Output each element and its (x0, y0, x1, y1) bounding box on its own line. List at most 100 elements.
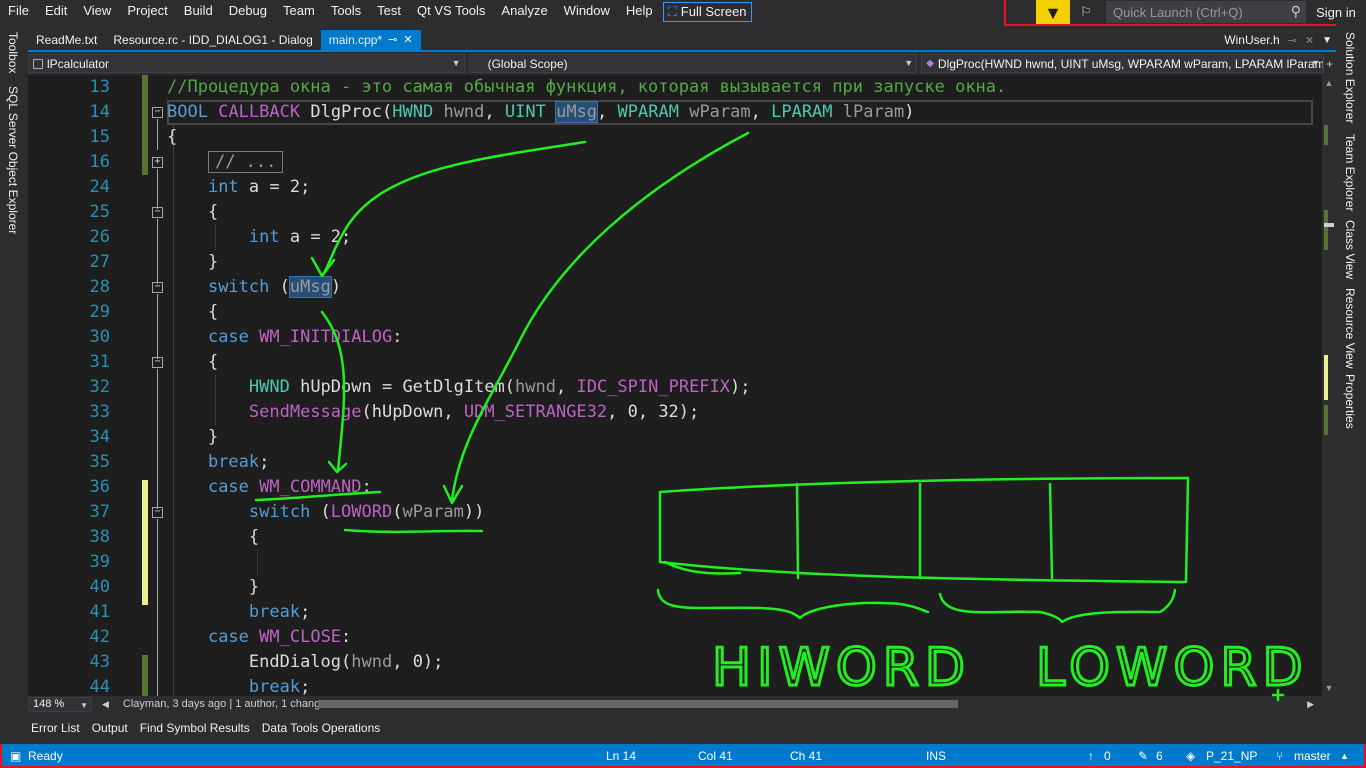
code-line-33: SendMessage(hUpDown, UDM_SETRANGE32, 0, … (248, 402, 700, 422)
repository-name[interactable]: P_21_NP (1206, 744, 1257, 768)
sign-in-link[interactable]: Sign in (1306, 5, 1366, 20)
scroll-left-icon[interactable]: ◀ (102, 699, 109, 710)
notifications-icon[interactable]: ⚐ (1074, 0, 1098, 24)
tab-error-list[interactable]: Error List (28, 721, 86, 735)
collapse-icon[interactable]: − (152, 357, 163, 368)
menu-project[interactable]: Project (119, 0, 175, 24)
collapse-icon[interactable]: − (152, 207, 163, 218)
solution-explorer-tab[interactable]: Solution Explorer (1343, 32, 1357, 123)
branch-icon[interactable]: ⑂ (1276, 744, 1283, 768)
menu-qt-vs-tools[interactable]: Qt VS Tools (409, 0, 493, 24)
member-dropdown[interactable]: ◆ DlgProc(HWND hwnd, UINT uMsg, WPARAM w… (921, 54, 1325, 73)
code-line-24: int a = 2; (207, 177, 311, 197)
vertical-scrollbar[interactable]: ▲ ▼ (1322, 75, 1336, 696)
unpushed-count[interactable]: 0 (1104, 744, 1111, 768)
feedback-filter-icon[interactable]: ▼ (1036, 0, 1070, 26)
code-line-13: //Процедура окна - это самая обычная фун… (167, 75, 1006, 100)
team-explorer-tab[interactable]: Team Explorer (1343, 134, 1357, 211)
pin-icon[interactable]: ⊸ (388, 30, 397, 50)
code-line-36: case WM_COMMAND: (207, 477, 372, 497)
comment-text: //Процедура окна - это самая обычная фун… (167, 77, 1007, 97)
tab-main-cpp[interactable]: main.cpp* ⊸ ✕ (320, 30, 421, 50)
code-line-40: } (167, 577, 260, 597)
line-number-gutter: 13 14 15 16 24 25 26 27 28 29 30 31 32 3… (28, 75, 118, 696)
zoom-dropdown[interactable]: 148 % ▼ (28, 696, 92, 712)
close-icon[interactable]: ✕ (1305, 34, 1314, 47)
line-number: 33 (89, 402, 110, 422)
tab-overflow-chevron-icon[interactable]: ▼ (1322, 35, 1332, 46)
line-number: 36 (89, 477, 110, 497)
menu-edit[interactable]: Edit (37, 0, 75, 24)
horizontal-scroll-thumb[interactable] (318, 700, 958, 708)
chevron-down-icon: ▼ (1311, 58, 1321, 68)
branch-name[interactable]: master (1294, 744, 1331, 768)
arrow-up-icon[interactable]: ↑ (1088, 744, 1094, 768)
split-add-icon[interactable]: + (1326, 57, 1336, 71)
tool-window-tabs: Error List Output Find Symbol Results Da… (28, 712, 1336, 744)
tab-find-symbol-results[interactable]: Find Symbol Results (134, 721, 256, 735)
collapsed-region[interactable]: // ... (207, 151, 284, 173)
line-number: 40 (89, 577, 110, 597)
class-view-tab[interactable]: Class View (1343, 220, 1357, 279)
expand-icon[interactable]: + (152, 157, 163, 168)
toolbox-tab[interactable]: Toolbox (6, 32, 20, 73)
menu-team[interactable]: Team (275, 0, 323, 24)
menu-build[interactable]: Build (176, 0, 221, 24)
resource-view-tab[interactable]: Resource View (1343, 288, 1357, 368)
menu-analyze[interactable]: Analyze (493, 0, 555, 24)
sql-server-object-explorer-tab[interactable]: SQL Server Object Explorer (6, 86, 20, 234)
close-icon[interactable]: ✕ (403, 30, 412, 50)
full-screen-button[interactable]: ⛶ Full Screen (662, 2, 752, 22)
code-line-25: { (167, 202, 219, 222)
menu-debug[interactable]: Debug (221, 0, 275, 24)
saved-change-marker (142, 655, 148, 696)
tab-winuser-h[interactable]: WinUser.h ⊸ ✕ ▼ (1224, 30, 1332, 50)
scope-dropdown[interactable]: (Global Scope) ▼ (468, 54, 918, 73)
project-name: lPcalculator (47, 56, 110, 71)
menu-test[interactable]: Test (369, 0, 409, 24)
collapse-icon[interactable]: − (152, 507, 163, 518)
tab-readme[interactable]: ReadMe.txt (28, 30, 105, 50)
code-editor[interactable]: 13 14 15 16 24 25 26 27 28 29 30 31 32 3… (28, 75, 1322, 696)
codelens-info[interactable]: Clayman, 3 days ago | 1 author, 1 change (123, 698, 326, 710)
branch-dropdown-icon[interactable]: ▲ (1340, 744, 1349, 768)
properties-tab[interactable]: Properties (1343, 374, 1357, 429)
menu-view[interactable]: View (75, 0, 119, 24)
line-number: 13 (89, 77, 110, 97)
code-line-35: break; (207, 452, 270, 472)
pin-icon[interactable]: ⊸ (1288, 34, 1297, 47)
line-number: 30 (89, 327, 110, 347)
code-line-34: } (167, 427, 219, 447)
collapse-icon[interactable]: − (152, 282, 163, 293)
saved-change-marker (142, 75, 148, 175)
pencil-icon[interactable]: ✎ (1138, 744, 1148, 768)
tab-resource-rc[interactable]: Resource.rc - IDD_DIALOG1 - Dialog (105, 30, 320, 50)
menu-help[interactable]: Help (618, 0, 661, 24)
status-line: Ln 14 (606, 749, 637, 763)
status-ready: Ready (28, 749, 63, 763)
quick-launch-placeholder: Quick Launch (Ctrl+Q) (1113, 4, 1243, 20)
menu-file[interactable]: File (0, 0, 37, 24)
scroll-down-icon[interactable]: ▼ (1322, 680, 1336, 696)
line-number: 39 (89, 552, 110, 572)
menu-tools[interactable]: Tools (323, 0, 369, 24)
right-tool-rail: Solution Explorer Team Explorer Class Vi… (1336, 24, 1366, 744)
pending-changes-count[interactable]: 6 (1156, 744, 1163, 768)
project-dropdown[interactable]: lPcalculator ▼ (28, 54, 465, 73)
collapse-icon[interactable]: − (152, 107, 163, 118)
document-tab-bar: ReadMe.txt Resource.rc - IDD_DIALOG1 - D… (28, 30, 1336, 52)
tab-data-tools-operations[interactable]: Data Tools Operations (256, 721, 387, 735)
repository-icon[interactable]: ◈ (1186, 744, 1195, 768)
project-icon (33, 58, 43, 69)
fold-guide (157, 119, 158, 150)
fold-guide (157, 169, 158, 209)
line-number: 16 (89, 152, 110, 172)
chevron-down-icon: ▼ (904, 58, 914, 68)
line-number: 14 (89, 102, 110, 122)
tab-output[interactable]: Output (86, 721, 134, 735)
scroll-right-icon[interactable]: ▶ (1307, 699, 1314, 710)
menu-window[interactable]: Window (556, 0, 618, 24)
code-line-29: { (167, 302, 219, 322)
scroll-up-icon[interactable]: ▲ (1322, 75, 1336, 91)
quick-launch-input[interactable]: Quick Launch (Ctrl+Q) ⚲ (1106, 1, 1306, 23)
